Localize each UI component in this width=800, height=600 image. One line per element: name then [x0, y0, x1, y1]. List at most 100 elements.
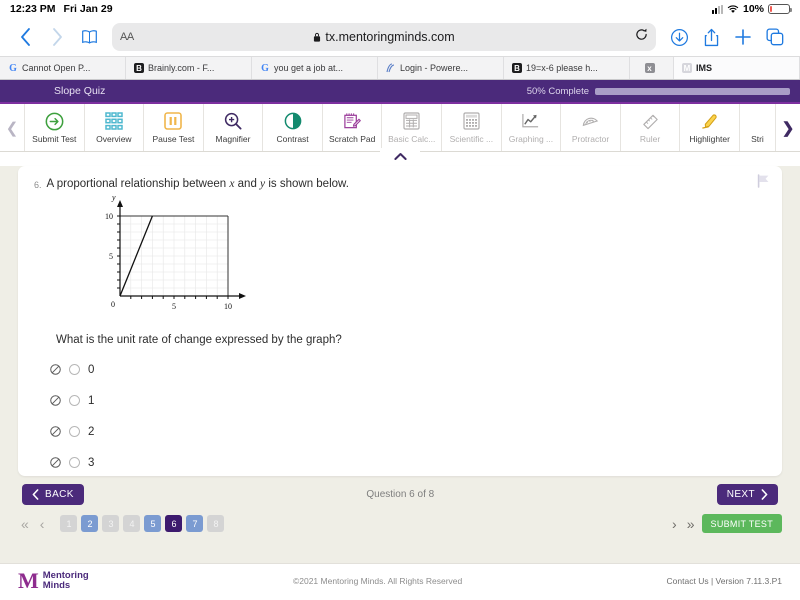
option-label: 2: [88, 426, 94, 438]
double-chevron-right-icon[interactable]: »: [684, 516, 698, 532]
tabs-icon[interactable]: [760, 22, 790, 52]
page-button[interactable]: 5: [144, 515, 161, 532]
option-row[interactable]: 1: [34, 385, 766, 416]
progress-label: 50% Complete: [527, 86, 589, 97]
page-button[interactable]: 7: [186, 515, 203, 532]
tab-label: Brainly.com - F...: [148, 63, 214, 73]
plus-icon[interactable]: [728, 22, 758, 52]
flag-icon[interactable]: [757, 174, 770, 193]
browser-toolbar: AA tx.mentoringminds.com: [0, 18, 800, 56]
svg-text:5: 5: [109, 252, 113, 261]
tool-label: Overview: [96, 134, 131, 144]
browser-tab[interactable]: x: [630, 57, 674, 79]
browser-tab[interactable]: B 19=x-6 please h...: [504, 57, 630, 79]
option-label: 1: [88, 395, 94, 407]
svg-text:5: 5: [172, 302, 176, 311]
eliminate-icon[interactable]: [50, 426, 61, 437]
next-button[interactable]: NEXT: [717, 484, 778, 505]
option-radio[interactable]: [69, 426, 80, 437]
page-button[interactable]: 1: [60, 515, 77, 532]
submit-test-button[interactable]: SUBMIT TEST: [702, 514, 782, 533]
tool-protractor[interactable]: Protractor: [561, 104, 621, 151]
page-number-list: 1 2 3 4 5 6 7 8: [60, 515, 224, 532]
tool-label: Graphing ...: [509, 134, 553, 144]
contact-version-text[interactable]: Contact Us | Version 7.11.3.P1: [667, 576, 782, 586]
tool-label: Protractor: [572, 134, 609, 144]
page-button-current[interactable]: 6: [165, 515, 182, 532]
option-radio[interactable]: [69, 364, 80, 375]
tool-contrast[interactable]: Contrast: [263, 104, 323, 151]
option-row[interactable]: 3: [34, 447, 766, 478]
chevron-right-icon[interactable]: ›: [669, 516, 680, 532]
chevron-left-icon[interactable]: ‹: [37, 516, 48, 532]
answer-options: 0 1 2 3: [34, 354, 766, 478]
browser-tab[interactable]: G Cannot Open P...: [0, 57, 126, 79]
page-button[interactable]: 2: [81, 515, 98, 532]
option-row[interactable]: 2: [34, 416, 766, 447]
reload-icon[interactable]: [635, 28, 648, 46]
scientific-calc-icon: [463, 111, 480, 131]
option-row[interactable]: 0: [34, 354, 766, 385]
chevron-right-icon: [761, 489, 768, 500]
toolbar-scroll-right-icon[interactable]: ❯: [776, 104, 800, 151]
back-button[interactable]: BACK: [22, 484, 84, 505]
question-stem: 6. A proportional relationship between x…: [34, 178, 766, 190]
chevron-left-icon: [32, 489, 39, 500]
tool-label: Scratch Pad: [329, 134, 375, 144]
tool-pause-test[interactable]: Pause Test: [144, 104, 204, 151]
book-icon[interactable]: [74, 22, 104, 52]
tool-basic-calculator[interactable]: Basic Calc...: [382, 104, 442, 151]
svg-text:10: 10: [224, 302, 232, 311]
browser-tab[interactable]: Login - Powere...: [378, 57, 504, 79]
tab-label: 19=x-6 please h...: [526, 63, 598, 73]
tool-label: Submit Test: [32, 134, 76, 144]
tool-submit-test[interactable]: Submit Test: [24, 104, 85, 151]
lock-icon: [313, 32, 321, 42]
page-button[interactable]: 4: [123, 515, 140, 532]
option-radio[interactable]: [69, 457, 80, 468]
browser-tab-active[interactable]: M IMS: [674, 57, 800, 79]
download-icon[interactable]: [664, 22, 694, 52]
question-counter: Question 6 of 8: [366, 489, 434, 500]
eliminate-icon[interactable]: [50, 457, 61, 468]
tool-scratch-pad[interactable]: Scratch Pad: [323, 104, 383, 151]
brainly-icon: B: [134, 63, 144, 73]
double-chevron-left-icon[interactable]: «: [18, 516, 32, 532]
eliminate-icon[interactable]: [50, 395, 61, 406]
progress-bar: [595, 88, 790, 95]
signal-bars-icon: [712, 5, 723, 14]
svg-text:0: 0: [111, 300, 115, 309]
chevron-up-icon: [394, 152, 407, 161]
tool-scientific-calculator[interactable]: Scientific ...: [442, 104, 502, 151]
quiz-title: Slope Quiz: [54, 85, 105, 97]
url-bar[interactable]: AA tx.mentoringminds.com: [112, 23, 656, 51]
tool-ruler[interactable]: Ruler: [621, 104, 681, 151]
grid-icon: [105, 111, 123, 131]
chevron-left-icon[interactable]: [10, 22, 40, 52]
tool-magnifier[interactable]: Magnifier: [204, 104, 264, 151]
browser-tab[interactable]: B Brainly.com - F...: [126, 57, 252, 79]
scratch-pad-icon: [343, 111, 362, 131]
page-button[interactable]: 8: [207, 515, 224, 532]
google-icon: G: [8, 63, 18, 73]
google-icon: G: [260, 63, 270, 73]
page-button[interactable]: 3: [102, 515, 119, 532]
tool-graphing-calculator[interactable]: Graphing ...: [502, 104, 562, 151]
contrast-icon: [284, 111, 302, 131]
ios-status-bar: 12:23 PM Fri Jan 29 10%: [0, 0, 800, 18]
eliminate-icon[interactable]: [50, 364, 61, 375]
coordinate-graph: 0510510xy: [96, 196, 766, 326]
highlighter-icon: [700, 111, 719, 131]
option-radio[interactable]: [69, 395, 80, 406]
chart-canvas: 0510510xy: [96, 196, 246, 321]
tool-highlighter[interactable]: Highlighter: [680, 104, 740, 151]
collapse-toolbar-button[interactable]: [380, 148, 420, 164]
pause-icon: [164, 111, 182, 131]
tool-overview[interactable]: Overview: [85, 104, 145, 151]
question-text: A proportional relationship between x an…: [47, 178, 349, 190]
toolbar-scroll-left-icon[interactable]: ❮: [0, 104, 24, 151]
browser-tab[interactable]: G you get a job at...: [252, 57, 378, 79]
tool-strikethrough[interactable]: Stri: [740, 104, 776, 151]
share-icon[interactable]: [696, 22, 726, 52]
powerschool-icon: [386, 63, 396, 73]
